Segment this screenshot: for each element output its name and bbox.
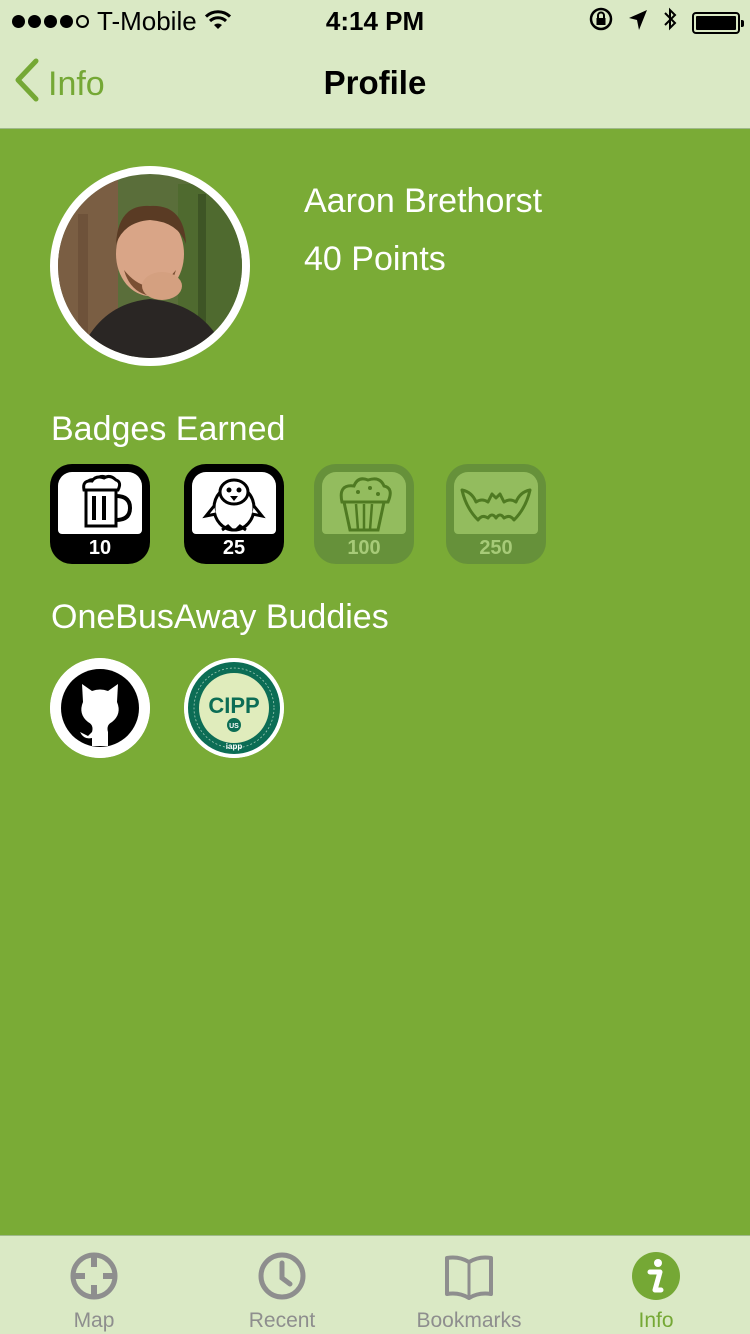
avatar — [50, 166, 250, 366]
badge-count: 25 — [222, 537, 246, 559]
seal-org: iapp — [226, 742, 243, 751]
tab-info[interactable]: Info — [562, 1236, 750, 1334]
cipp-us-seal-icon: CIPP US iapp — [184, 658, 284, 758]
beer-mug-icon — [58, 472, 142, 534]
tab-label: Info — [638, 1309, 674, 1332]
back-button[interactable]: Info — [14, 58, 105, 111]
clock-icon — [256, 1250, 308, 1302]
location-arrow-icon — [628, 7, 648, 38]
status-bar-right — [588, 6, 744, 39]
badge-bat[interactable]: 250 — [446, 464, 546, 564]
status-bar-left: T-Mobile — [12, 6, 231, 37]
tab-recent[interactable]: Recent — [188, 1236, 376, 1334]
tab-bookmarks[interactable]: Bookmarks — [375, 1236, 563, 1334]
tab-label: Recent — [248, 1309, 316, 1332]
muffin-icon — [322, 472, 406, 534]
badges-heading: Badges Earned — [51, 410, 286, 448]
buddies-heading: OneBusAway Buddies — [51, 598, 389, 636]
status-bar: T-Mobile 4:14 PM — [0, 0, 750, 40]
profile-points: 40 Points — [304, 240, 446, 278]
badge-penguin[interactable]: 25 — [184, 464, 284, 564]
profile-name: Aaron Brethorst — [304, 182, 543, 220]
chevron-left-icon — [14, 58, 40, 111]
navigation-bar: Info Profile — [0, 40, 750, 129]
seal-sub: US — [229, 723, 239, 730]
badge-count: 100 — [347, 537, 381, 559]
tab-label: Bookmarks — [416, 1309, 522, 1332]
badge-beer[interactable]: 10 — [50, 464, 150, 564]
buddy-cipp[interactable]: CIPP US iapp — [184, 658, 284, 758]
buddy-github[interactable] — [50, 658, 150, 758]
avatar-photo — [58, 174, 242, 358]
badge-count: 10 — [88, 537, 112, 559]
info-icon — [630, 1250, 682, 1302]
tab-label: Map — [73, 1309, 115, 1332]
book-icon — [443, 1250, 495, 1302]
battery-icon — [692, 11, 744, 34]
map-crosshair-icon — [68, 1250, 120, 1302]
seal-title: CIPP — [208, 693, 259, 718]
signal-strength-icon — [12, 15, 89, 28]
tab-map[interactable]: Map — [0, 1236, 188, 1334]
bat-icon — [454, 472, 538, 534]
rotation-lock-icon — [588, 6, 614, 39]
tab-bar: Map Recent Bookmarks Info — [0, 1235, 750, 1334]
penguin-icon — [192, 472, 276, 534]
github-octocat-icon — [50, 658, 150, 758]
carrier-label: T-Mobile — [97, 6, 197, 36]
badge-muffin[interactable]: 100 — [314, 464, 414, 564]
bluetooth-icon — [662, 6, 678, 39]
wifi-icon — [204, 6, 231, 37]
back-button-label: Info — [48, 64, 105, 103]
badge-count: 250 — [479, 537, 513, 559]
page-title: Profile — [323, 64, 427, 101]
